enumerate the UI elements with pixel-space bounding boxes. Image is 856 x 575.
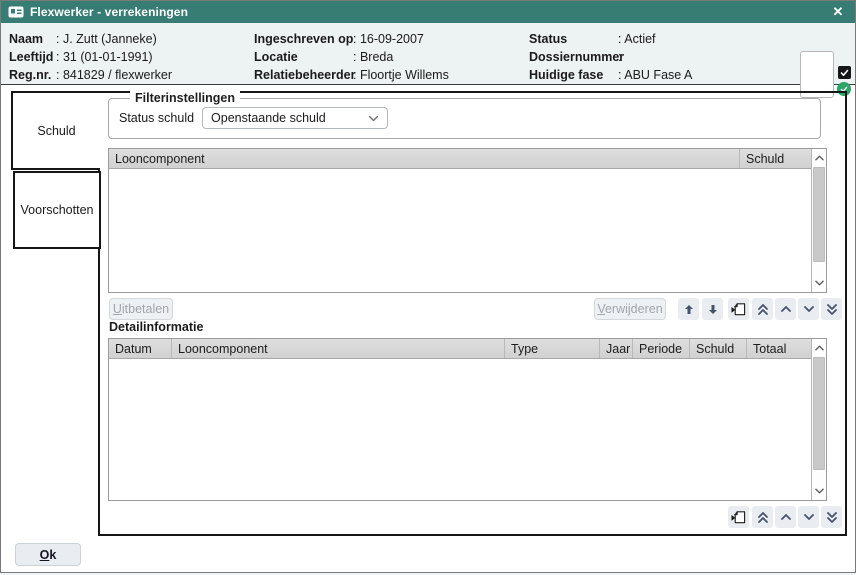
column-header-type: Type <box>505 339 600 358</box>
new-record-button[interactable] <box>728 506 749 528</box>
flexwerker-card-icon <box>8 6 24 18</box>
titlebar: Flexwerker - verrekeningen ✕ <box>1 1 855 23</box>
double-chevron-up-icon <box>758 512 768 523</box>
first-record-button[interactable] <box>752 506 773 528</box>
chevron-up-icon[interactable] <box>812 340 826 356</box>
previous-record-button[interactable] <box>775 506 796 528</box>
field-value: : Breda <box>353 48 393 66</box>
status-schuld-label: Status schuld <box>119 111 194 125</box>
arrow-up-icon <box>684 304 694 315</box>
filter-fieldset: Filterinstellingen Status schuld Opensta… <box>108 98 821 139</box>
next-record-button[interactable] <box>798 298 819 320</box>
close-icon[interactable]: ✕ <box>828 1 848 23</box>
header-column-2: Ingeschreven op: 16-09-2007 Locatie: Bre… <box>254 30 449 84</box>
chevron-down-icon <box>804 306 814 312</box>
field-value: : 841829 / flexwerker <box>56 66 172 84</box>
photo-placeholder <box>800 51 834 98</box>
header-column-1: Naam: J. Zutt (Janneke) Leeftijd: 31 (01… <box>9 30 172 84</box>
last-record-button[interactable] <box>821 298 842 320</box>
double-chevron-down-icon <box>827 512 837 523</box>
chevron-up-icon[interactable] <box>812 150 826 166</box>
detail-table: Datum Looncomponent Type Jaar Periode Sc… <box>108 338 827 501</box>
field-value: : <box>618 48 621 66</box>
move-up-button[interactable] <box>678 298 699 320</box>
green-check-circle-icon <box>837 82 851 96</box>
scrollbar-thumb[interactable] <box>813 167 825 262</box>
schuld-table-scrollbar[interactable] <box>811 149 826 292</box>
double-chevron-up-icon <box>758 304 768 315</box>
chevron-down-icon <box>368 115 379 122</box>
column-header-periode: Periode <box>633 339 690 358</box>
chevron-up-icon <box>781 514 791 520</box>
schuld-table-header: Looncomponent Schuld <box>109 149 811 169</box>
field-label: Reg.nr. <box>9 66 56 84</box>
column-header-schuld: Schuld <box>690 339 747 358</box>
flexwerker-dialog: Flexwerker - verrekeningen ✕ Naam: J. Zu… <box>0 0 856 573</box>
field-value: : Actief <box>618 30 656 48</box>
field-label: Status <box>529 30 618 48</box>
field-value: : 16-09-2007 <box>353 30 424 48</box>
detail-table-scrollbar[interactable] <box>811 339 826 500</box>
ok-button[interactable]: Ok <box>15 543 81 566</box>
document-arrow-icon <box>731 302 746 316</box>
chevron-down-icon[interactable] <box>812 275 826 291</box>
field-label: Dossiernummer <box>529 48 618 66</box>
column-header-looncomponent: Looncomponent <box>109 149 740 168</box>
person-header: Naam: J. Zutt (Janneke) Leeftijd: 31 (01… <box>1 23 855 85</box>
field-label: Relatiebeheerder <box>254 66 353 84</box>
detail-table-body[interactable] <box>109 359 811 500</box>
new-record-button[interactable] <box>728 298 749 320</box>
field-label: Naam <box>9 30 56 48</box>
status-schuld-dropdown[interactable]: Openstaande schuld <box>202 107 388 129</box>
field-value: : Floortje Willems <box>353 66 449 84</box>
detail-table-header: Datum Looncomponent Type Jaar Periode Sc… <box>109 339 811 359</box>
detailinformatie-label: Detailinformatie <box>109 320 203 334</box>
schuld-table-body[interactable] <box>109 169 811 292</box>
field-label: Leeftijd <box>9 48 56 66</box>
dropdown-value: Openstaande schuld <box>211 111 326 125</box>
scrollbar-thumb[interactable] <box>813 357 825 470</box>
field-label: Locatie <box>254 48 353 66</box>
fieldset-legend: Filterinstellingen <box>130 91 240 105</box>
tab-schuld[interactable]: Schuld <box>11 91 100 170</box>
chevron-up-icon <box>781 306 791 312</box>
field-label: Ingeschreven op <box>254 30 353 48</box>
next-record-button[interactable] <box>798 506 819 528</box>
field-label: Huidige fase <box>529 66 618 84</box>
black-checkbox-check-icon[interactable] <box>838 66 851 79</box>
arrow-down-icon <box>708 304 718 315</box>
move-down-button[interactable] <box>702 298 723 320</box>
column-header-totaal: Totaal <box>747 339 811 358</box>
uitbetalen-button[interactable]: Uitbetalen <box>109 298 173 320</box>
column-header-jaar: Jaar <box>600 339 633 358</box>
previous-record-button[interactable] <box>775 298 796 320</box>
document-arrow-icon <box>731 510 746 524</box>
tab-label: Schuld <box>37 124 75 138</box>
column-header-datum: Datum <box>109 339 172 358</box>
column-header-schuld: Schuld <box>740 149 811 168</box>
field-value: : ABU Fase A <box>618 66 692 84</box>
window-title: Flexwerker - verrekeningen <box>30 5 188 19</box>
double-chevron-down-icon <box>827 304 837 315</box>
column-header-looncomponent: Looncomponent <box>172 339 505 358</box>
tab-voorschotten[interactable]: Voorschotten <box>13 171 101 249</box>
header-column-3: Status: Actief Dossiernummer: Huidige fa… <box>529 30 692 84</box>
verwijderen-button[interactable]: Verwijderen <box>594 298 666 320</box>
field-value: : 31 (01-01-1991) <box>56 48 153 66</box>
last-record-button[interactable] <box>821 506 842 528</box>
chevron-down-icon <box>804 514 814 520</box>
chevron-down-icon[interactable] <box>812 483 826 499</box>
field-value: : J. Zutt (Janneke) <box>56 30 157 48</box>
first-record-button[interactable] <box>752 298 773 320</box>
tab-label: Voorschotten <box>21 203 94 217</box>
schuld-table: Looncomponent Schuld <box>108 148 827 293</box>
